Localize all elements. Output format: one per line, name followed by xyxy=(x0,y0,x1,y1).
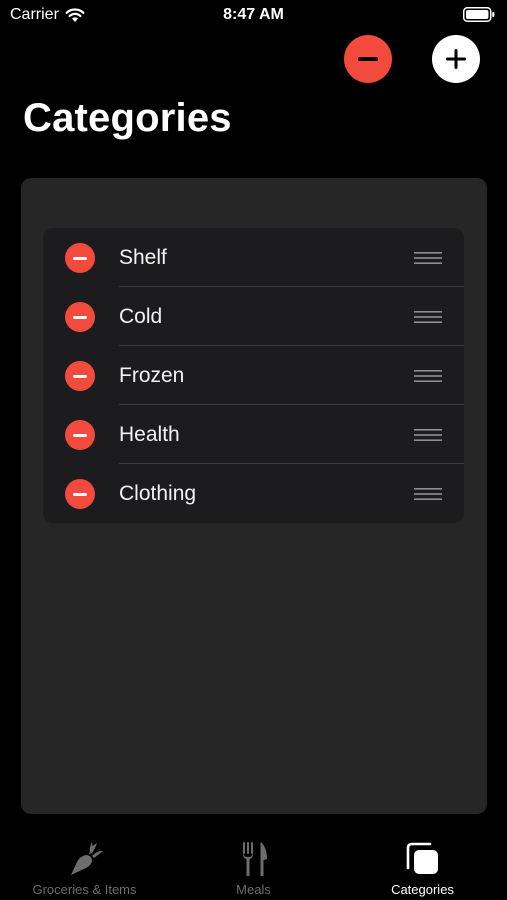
list-item[interactable]: Frozen xyxy=(43,346,464,405)
status-bar: Carrier 8:47 AM xyxy=(0,0,507,30)
minus-circle-icon xyxy=(358,57,378,61)
tab-bar: Groceries & Items Meals Categories xyxy=(0,830,507,900)
category-name: Clothing xyxy=(119,481,197,505)
status-time: 8:47 AM xyxy=(223,6,284,23)
tab-label: Groceries & Items xyxy=(32,882,137,897)
category-name: Cold xyxy=(119,304,163,328)
carrot-icon xyxy=(70,842,103,875)
list-item[interactable]: Shelf xyxy=(43,228,464,287)
battery-icon xyxy=(463,7,495,22)
minus-icon xyxy=(73,433,87,437)
category-list: Shelf Cold Frozen Health Clothing xyxy=(43,228,464,523)
tab-meals[interactable]: Meals xyxy=(169,840,338,897)
delete-row-button[interactable] xyxy=(65,361,95,391)
minus-icon xyxy=(73,492,87,496)
tab-groceries[interactable]: Groceries & Items xyxy=(0,840,169,897)
tab-label: Categories xyxy=(391,882,454,897)
reorder-handle-icon[interactable] xyxy=(414,251,442,265)
delete-row-button[interactable] xyxy=(65,243,95,273)
minus-icon xyxy=(73,256,87,260)
list-item[interactable]: Clothing xyxy=(43,464,464,523)
reorder-handle-icon[interactable] xyxy=(414,487,442,501)
fork-knife-icon xyxy=(242,842,267,876)
tab-label: Meals xyxy=(236,882,271,897)
reorder-handle-icon[interactable] xyxy=(414,369,442,383)
reorder-handle-icon[interactable] xyxy=(414,428,442,442)
minus-icon xyxy=(73,315,87,319)
page-title: Categories xyxy=(23,96,232,140)
list-item[interactable]: Health xyxy=(43,405,464,464)
list-item[interactable]: Cold xyxy=(43,287,464,346)
category-name: Frozen xyxy=(119,363,185,387)
plus-circle-icon xyxy=(446,49,466,69)
delete-row-button[interactable] xyxy=(65,302,95,332)
stacked-squares-icon xyxy=(406,842,438,874)
screen: Carrier 8:47 AM Categories Shelf Cold Fr… xyxy=(0,0,507,900)
minus-icon xyxy=(73,374,87,378)
category-name: Shelf xyxy=(119,245,167,269)
reorder-handle-icon[interactable] xyxy=(414,310,442,324)
category-name: Health xyxy=(119,422,180,446)
add-category-button[interactable] xyxy=(432,35,480,83)
delete-row-button[interactable] xyxy=(65,420,95,450)
tab-categories[interactable]: Categories xyxy=(338,840,507,897)
delete-row-button[interactable] xyxy=(65,479,95,509)
remove-mode-button[interactable] xyxy=(344,35,392,83)
